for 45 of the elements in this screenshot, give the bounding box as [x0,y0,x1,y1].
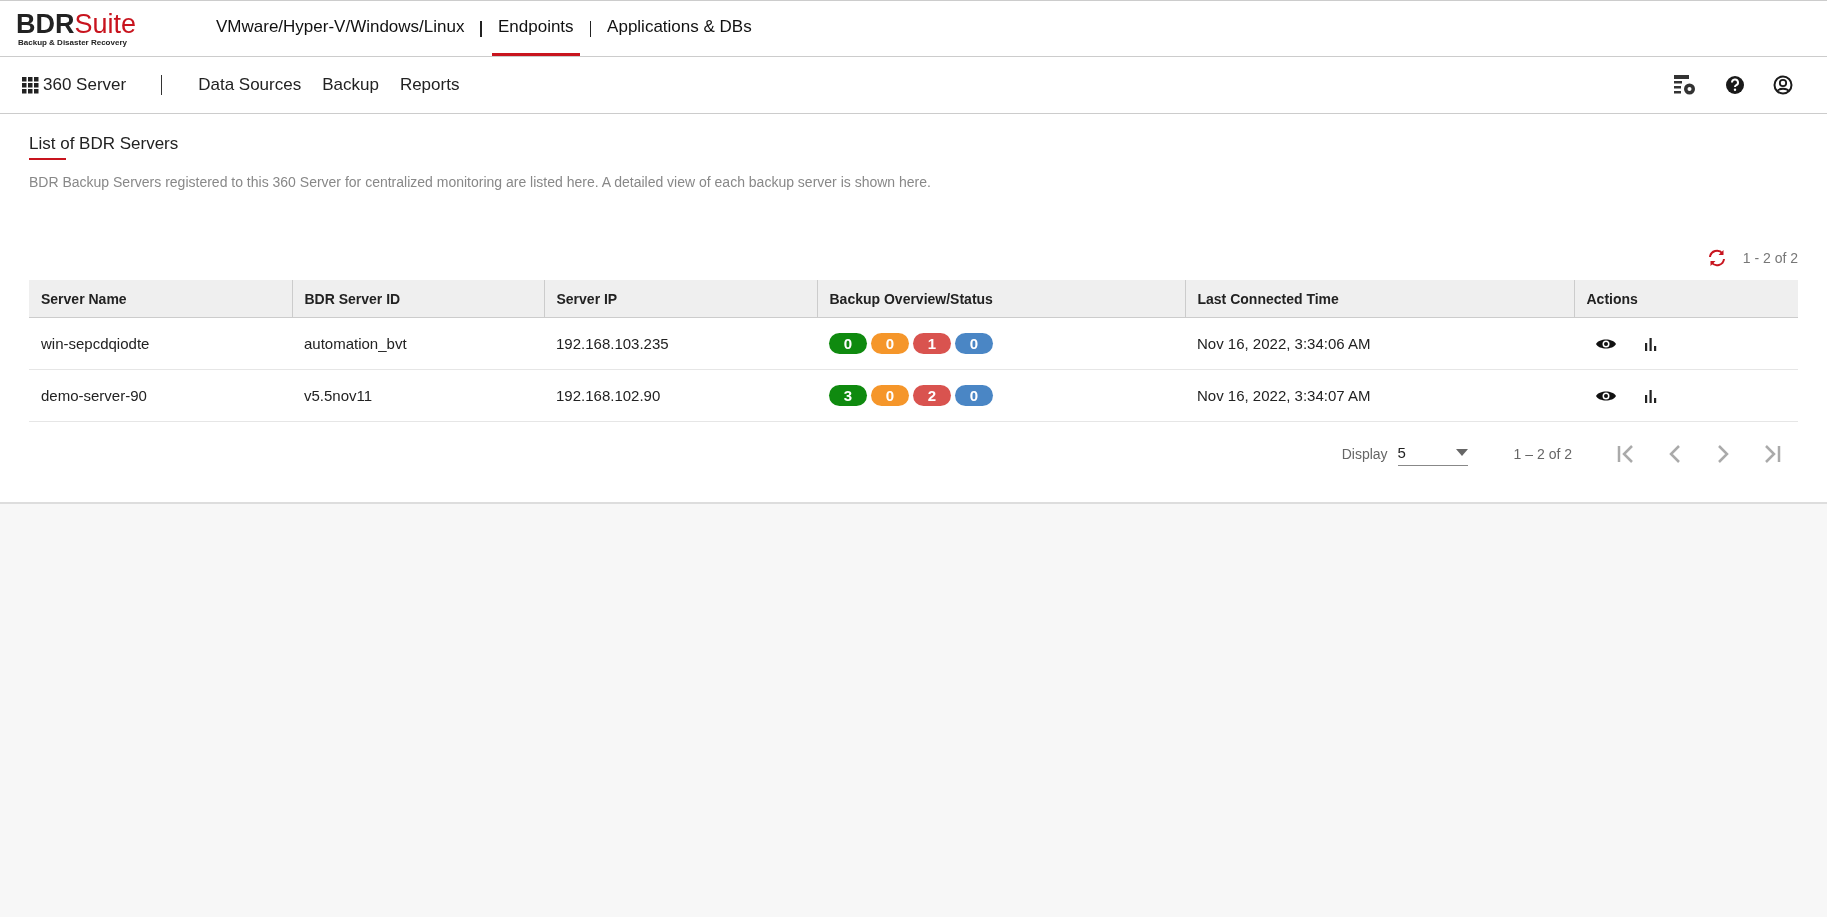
grid-icon [22,76,39,94]
table-cell: 192.168.102.90 [544,369,817,422]
status-count-badge: 1 [913,333,951,354]
status-count-badge: 0 [871,333,909,354]
nav-link[interactable]: Reports [399,75,460,95]
refresh-icon[interactable] [1706,249,1727,267]
column-header: Server IP [544,280,817,318]
dropdown-caret-icon [1455,449,1468,456]
column-header: Actions [1574,280,1798,318]
display-label: Display [1341,446,1388,462]
page-title: List of BDR Servers [29,134,179,154]
page-size-select[interactable]: 5 [1397,442,1468,466]
logo-wordmark: BDRSuite [16,10,138,38]
table-cell: 192.168.103.235 [544,317,817,370]
table-cell: Nov 16, 2022, 3:34:07 AM [1185,369,1574,422]
status-count-badge: 3 [829,385,867,406]
help-icon[interactable] [1725,75,1745,95]
table-cell: Nov 16, 2022, 3:34:06 AM [1185,317,1574,370]
table-cell: demo-server-90 [29,369,292,422]
pagination-range: 1 – 2 of 2 [1513,446,1572,462]
table-cell: automation_bvt [292,317,544,370]
record-range: 1 - 2 of 2 [1742,250,1798,266]
logo-tagline: Backup & Disaster Recovery [17,38,128,47]
status-count-badge: 0 [829,333,867,354]
status-count-badge: 2 [913,385,951,406]
nav-tab[interactable]: VMware/Hyper-V/Windows/Linux [210,1,471,56]
column-header: BDR Server ID [292,280,544,318]
bar-chart-icon[interactable] [1644,336,1658,351]
column-header: Server Name [29,280,292,318]
table-cell: v5.5nov11 [292,369,544,422]
user-icon[interactable] [1773,75,1793,95]
status-count-badge: 0 [955,385,993,406]
nav-tab[interactable]: Applications & DBs [601,1,758,56]
server-settings-icon[interactable] [1673,73,1697,97]
nav-tab[interactable]: Endpoints [491,1,580,56]
bar-chart-icon[interactable] [1644,388,1658,403]
page-description: BDR Backup Servers registered to this 360 Server for centralized monitoring are listed here. A detailed view of each backup server is shown here. [29,174,932,190]
nav-link[interactable]: Data Sources [198,75,302,95]
column-header: Backup Overview/Status [817,280,1185,318]
status-count-badge: 0 [955,333,993,354]
nav-link[interactable]: Backup [322,75,379,95]
home-link[interactable]: 360 Server [22,75,127,95]
status-count-badge: 0 [871,385,909,406]
column-header: Last Connected Time [1185,280,1574,318]
table-cell: win-sepcdqiodte [29,317,292,370]
